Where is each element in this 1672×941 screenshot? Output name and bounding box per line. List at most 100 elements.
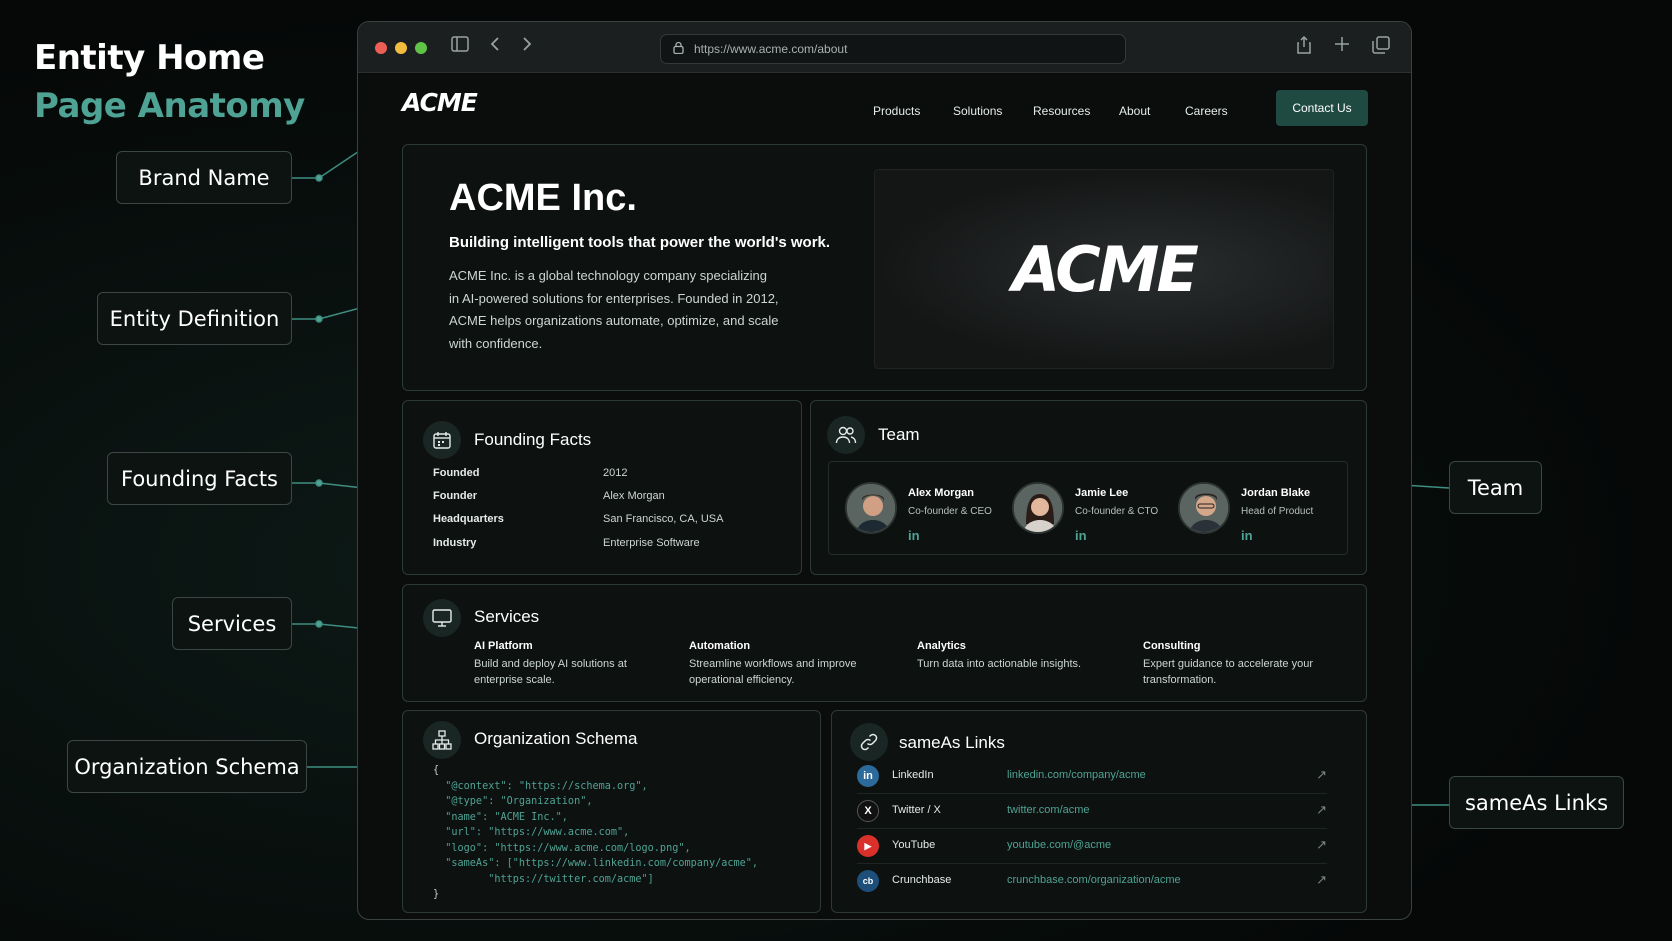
nav-about[interactable]: About — [1119, 104, 1150, 118]
service-description: Expert guidance to accelerate your trans… — [1143, 658, 1313, 686]
service-description: Build and deploy AI solutions at enterpr… — [474, 658, 627, 686]
fact-value: 2012 — [603, 467, 628, 479]
label-organization-schema: Organization Schema — [67, 740, 307, 793]
sameas-name: Twitter / X — [892, 804, 941, 816]
team-member-role: Co-founder & CTO — [1075, 506, 1159, 517]
schema-code-block: { "@context": "https://schema.org", "@ty… — [433, 763, 758, 903]
hero-section: ACME Inc. Building intelligent tools tha… — [402, 144, 1367, 391]
contact-us-button[interactable]: Contact Us — [1276, 90, 1368, 126]
code-line: "@type": "Organization", — [433, 796, 593, 807]
page-title-line2: Page Anatomy — [34, 86, 305, 126]
browser-chrome: https://www.acme.com/about — [358, 22, 1411, 73]
sameas-url[interactable]: linkedin.com/company/acme — [1007, 769, 1146, 781]
minimize-window-button[interactable] — [395, 42, 407, 54]
team-member-name: Jamie Lee — [1075, 487, 1129, 499]
fact-key: Industry — [433, 537, 477, 549]
sameas-url[interactable]: crunchbase.com/organization/acme — [1007, 874, 1181, 886]
organization-schema-card: Organization Schema { "@context": "https… — [402, 710, 821, 913]
team-member-role: Co-founder & CEO — [908, 506, 992, 517]
share-icon[interactable] — [1296, 35, 1312, 58]
fact-key: Founded — [433, 467, 480, 479]
nav-careers[interactable]: Careers — [1185, 104, 1228, 118]
sameas-name: Crunchbase — [892, 874, 952, 886]
sameas-row-crunchbase[interactable]: cb Crunchbase crunchbase.com/organizatio… — [857, 864, 1327, 899]
fact-key: Founder — [433, 490, 477, 502]
services-title: Services — [474, 607, 540, 626]
page-title-line1: Entity Home — [34, 38, 265, 78]
hierarchy-icon — [423, 721, 461, 759]
code-line: "name": "ACME Inc.", — [433, 811, 568, 823]
fact-value: Enterprise Software — [603, 537, 700, 549]
sameas-row-youtube[interactable]: ▶ YouTube youtube.com/@acme ↗ — [857, 829, 1327, 864]
avatar — [845, 482, 897, 534]
sameas-title: sameAs Links — [899, 733, 1005, 752]
avatar — [1178, 482, 1230, 534]
nav-solutions[interactable]: Solutions — [953, 104, 1002, 118]
sameas-name: LinkedIn — [892, 769, 934, 781]
fact-value: Alex Morgan — [603, 490, 665, 502]
team-card: Team Alex Morgan Co-founder & CEO in Jam… — [810, 400, 1367, 575]
team-title: Team — [878, 425, 920, 444]
code-line: "logo": "https://www.acme.com/logo.png", — [433, 842, 691, 854]
browser-window: https://www.acme.com/about ACME Products… — [357, 21, 1412, 920]
linkedin-link[interactable]: in — [908, 528, 920, 543]
label-services: Services — [172, 597, 292, 650]
label-sameas-links: sameAs Links — [1449, 776, 1624, 829]
sameas-name: YouTube — [892, 839, 936, 851]
sameas-url[interactable]: youtube.com/@acme — [1007, 839, 1111, 851]
forward-icon[interactable] — [521, 36, 533, 56]
monitor-icon — [423, 599, 461, 637]
calendar-icon — [423, 421, 461, 459]
close-window-button[interactable] — [375, 42, 387, 54]
linkedin-link[interactable]: in — [1075, 528, 1087, 543]
site-logo[interactable]: ACME — [402, 88, 478, 117]
hero-heading: ACME Inc. — [449, 177, 637, 219]
code-line: "url": "https://www.acme.com", — [433, 827, 630, 838]
code-line: "@context": "https://schema.org", — [433, 780, 648, 792]
service-name: AI Platform — [474, 640, 533, 652]
back-icon[interactable] — [489, 36, 501, 56]
people-icon — [827, 416, 865, 454]
code-line: } — [433, 889, 440, 900]
linkedin-link[interactable]: in — [1241, 528, 1253, 543]
service-name: Consulting — [1143, 640, 1201, 652]
nav-resources[interactable]: Resources — [1033, 104, 1090, 118]
external-link-icon[interactable]: ↗ — [1316, 837, 1327, 853]
sameas-url[interactable]: twitter.com/acme — [1007, 804, 1090, 816]
address-bar[interactable]: https://www.acme.com/about — [660, 34, 1126, 64]
service-description: Turn data into actionable insights. — [917, 658, 1082, 670]
hero-logo-image: ACME — [874, 169, 1334, 369]
schema-title: Organization Schema — [474, 729, 638, 748]
tabs-overview-icon[interactable] — [1372, 36, 1390, 58]
code-line: { — [433, 765, 440, 776]
sameas-links-card: sameAs Links in LinkedIn linkedin.com/co… — [831, 710, 1367, 913]
new-tab-icon[interactable] — [1334, 36, 1350, 56]
sidebar-toggle-icon[interactable] — [451, 36, 469, 56]
founding-facts-card: Founding Facts Founded 2012 Founder Alex… — [402, 400, 802, 575]
external-link-icon[interactable]: ↗ — [1316, 767, 1327, 783]
stage: Entity Home Page Anatomy Brand Name Enti… — [0, 0, 1672, 941]
sameas-row-linkedin[interactable]: in LinkedIn linkedin.com/company/acme ↗ — [857, 759, 1327, 794]
code-line: "sameAs": ["https://www.linkedin.com/com… — [433, 858, 759, 869]
team-member-name: Jordan Blake — [1241, 487, 1311, 499]
external-link-icon[interactable]: ↗ — [1316, 802, 1327, 818]
code-line: "https://twitter.com/acme"] — [433, 873, 654, 885]
hero-description: ACME Inc. is a global technology company… — [449, 268, 779, 351]
link-icon — [850, 723, 888, 761]
fact-value: San Francisco, CA, USA — [603, 513, 724, 525]
label-team: Team — [1449, 461, 1542, 514]
nav-products[interactable]: Products — [873, 104, 920, 118]
x-icon: X — [857, 800, 879, 822]
label-entity-definition: Entity Definition — [97, 292, 292, 345]
label-brand-name: Brand Name — [116, 151, 292, 204]
external-link-icon[interactable]: ↗ — [1316, 872, 1327, 888]
service-name: Analytics — [917, 640, 966, 652]
sameas-row-twitter[interactable]: X Twitter / X twitter.com/acme ↗ — [857, 794, 1327, 829]
service-description: Streamline workflows and improve operati… — [689, 658, 857, 686]
team-member-name: Alex Morgan — [908, 487, 975, 499]
hero-tagline: Building intelligent tools that power th… — [449, 234, 831, 251]
lock-icon — [673, 41, 684, 57]
youtube-icon: ▶ — [857, 835, 879, 857]
team-members-list: Alex Morgan Co-founder & CEO in Jamie Le… — [828, 461, 1348, 555]
maximize-window-button[interactable] — [415, 42, 427, 54]
